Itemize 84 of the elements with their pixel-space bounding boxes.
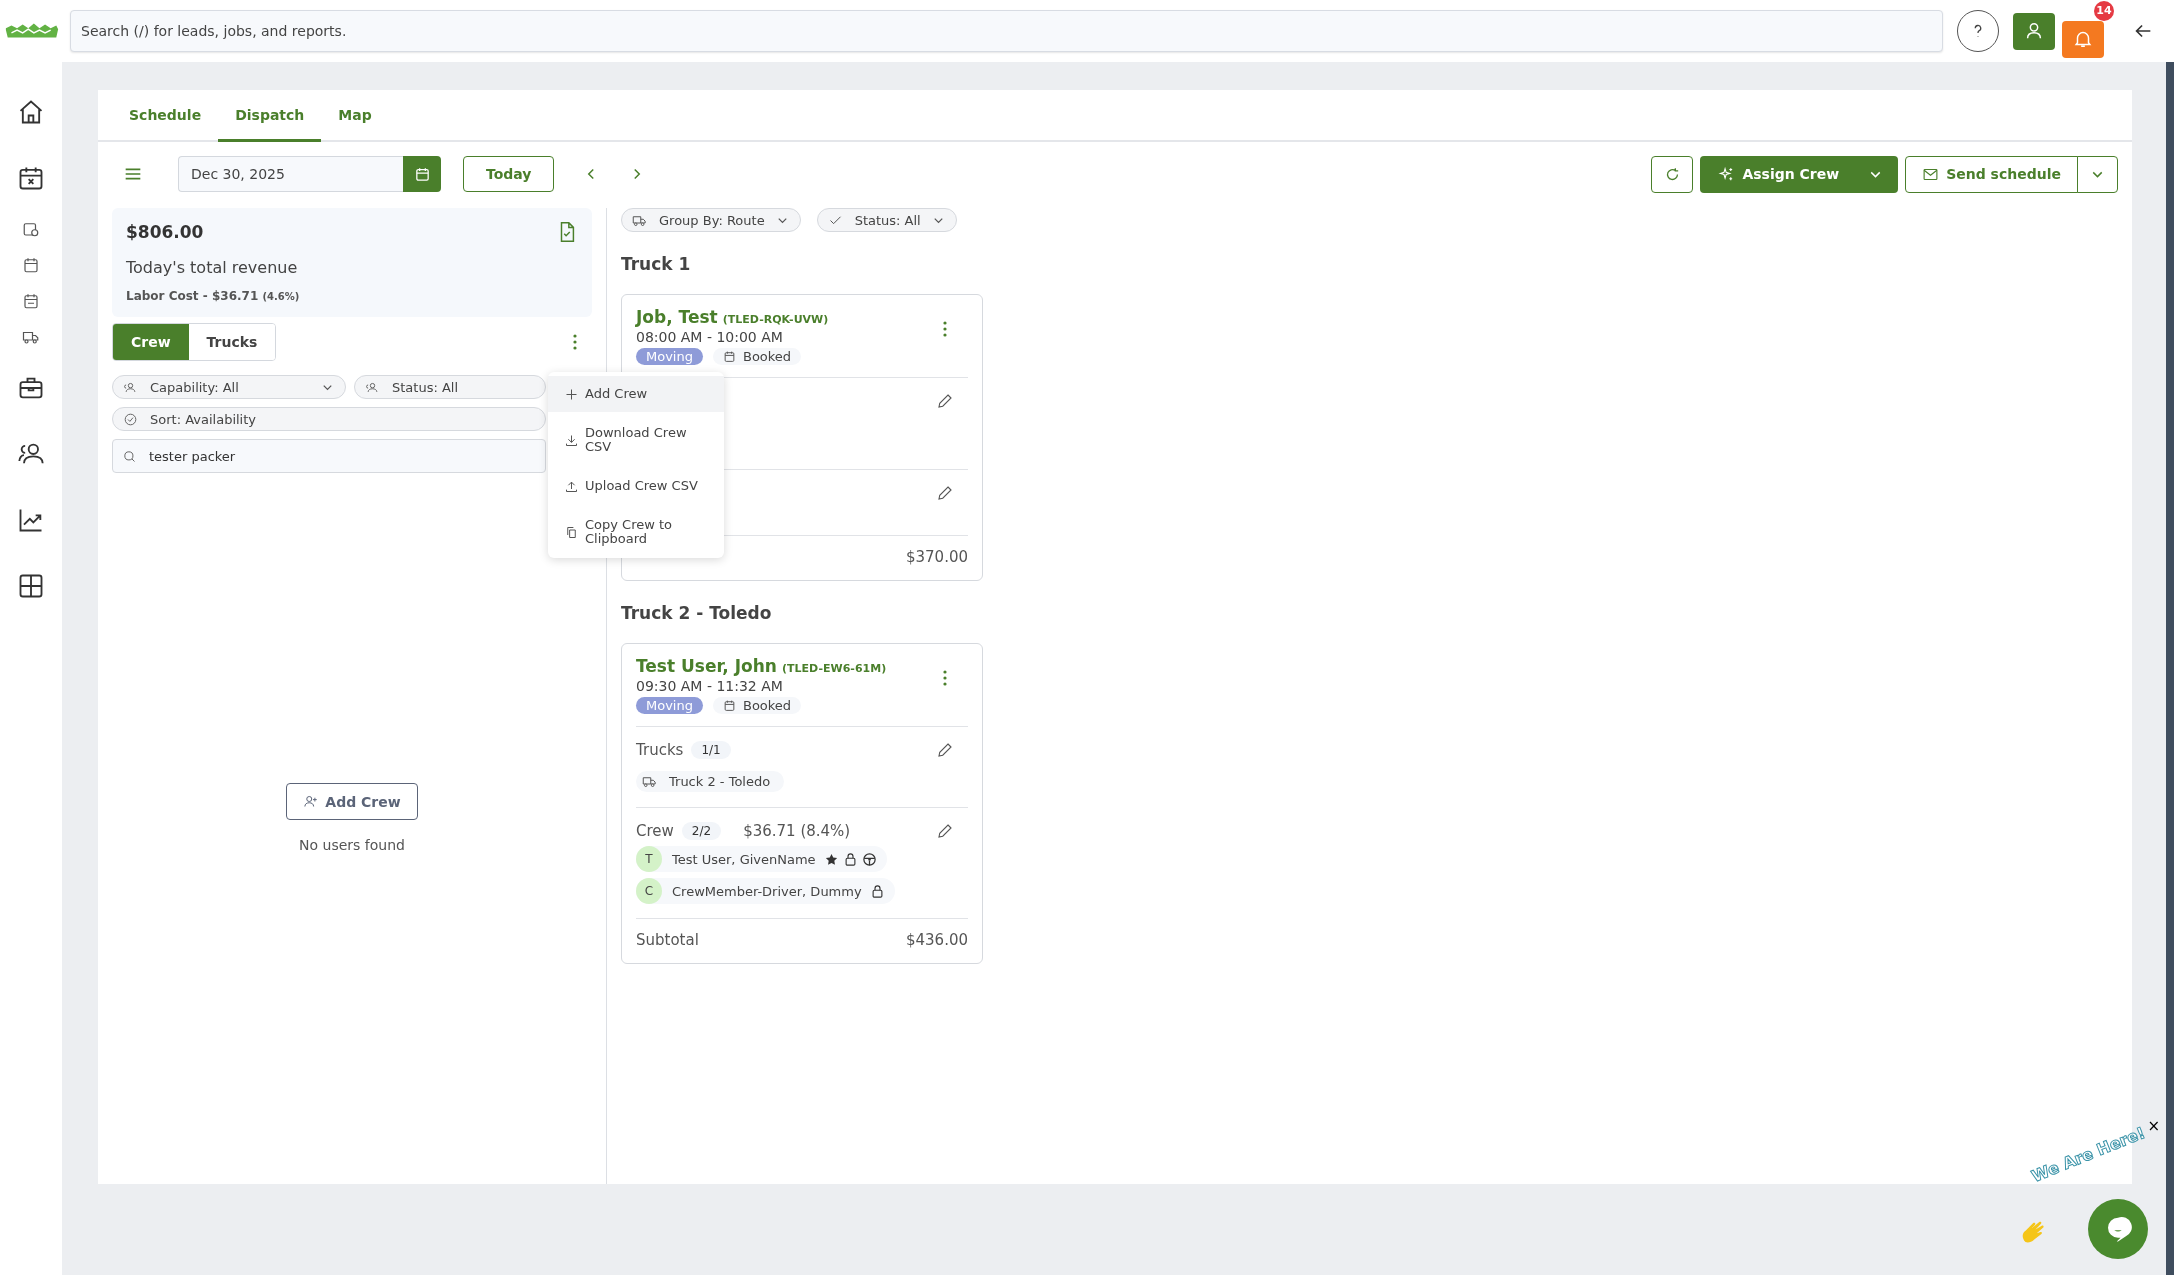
assign-crew-button[interactable]: Assign Crew xyxy=(1700,155,1854,193)
filter-dropdown[interactable]: Status: All xyxy=(816,208,957,232)
copy-icon xyxy=(564,524,579,540)
refresh-button[interactable] xyxy=(1651,155,1694,193)
status-tag: Booked xyxy=(712,697,802,714)
check-circle-icon xyxy=(123,411,138,427)
section-label: Crew xyxy=(636,822,674,840)
menu-item[interactable]: Download Crew CSV xyxy=(548,418,724,462)
assign-options-button[interactable] xyxy=(1853,155,1899,193)
group-title: Truck 2 - Toledo xyxy=(621,603,773,623)
tab[interactable]: Map xyxy=(321,90,389,142)
steering-wheel-icon xyxy=(861,851,877,867)
home-icon[interactable] xyxy=(17,98,45,126)
section-label: Trucks xyxy=(636,741,684,759)
segment-tab[interactable]: Crew xyxy=(113,324,189,360)
search-field[interactable]: Search (/) for leads, jobs, and reports. xyxy=(70,10,1943,52)
labor-share: (4.6%) xyxy=(262,291,300,302)
send-options-button[interactable] xyxy=(2077,155,2118,193)
edit-icon[interactable] xyxy=(936,392,954,410)
calendar-icon[interactable] xyxy=(22,292,40,310)
calendar-button[interactable] xyxy=(403,156,441,192)
sort-dropdown[interactable]: Sort: Availability xyxy=(112,407,546,431)
tab[interactable]: Schedule xyxy=(112,90,219,142)
subtotal-amount: $370.00 xyxy=(905,548,968,566)
calendar-clock-icon[interactable] xyxy=(22,220,40,238)
calendar-icon xyxy=(413,165,431,183)
subtotal-label: Subtotal xyxy=(636,931,699,949)
empty-message: No users found xyxy=(299,837,405,853)
more-icon[interactable] xyxy=(942,319,948,339)
job-name[interactable]: Test User, John xyxy=(636,656,777,676)
crew-cost: $36.71 (8.4%) xyxy=(743,822,851,840)
crew-member-name[interactable]: CrewMember-Driver, Dummy xyxy=(672,883,862,899)
crew-search-field[interactable]: tester packer xyxy=(112,439,546,473)
job-code: (TLED-RQK-UVW) xyxy=(722,313,829,326)
avatar-initial: T xyxy=(636,846,662,872)
close-chat[interactable]: × xyxy=(2147,1117,2160,1135)
scrollbar[interactable] xyxy=(2166,62,2174,1275)
notifications-button[interactable] xyxy=(2062,20,2104,58)
menu-item[interactable]: Upload Crew CSV xyxy=(548,468,724,504)
job-time: 09:30 AM - 11:32 AM xyxy=(636,678,784,694)
revenue-amount: $806.00 xyxy=(126,222,204,242)
menu-item[interactable]: Add Crew xyxy=(548,376,724,412)
add-crew-button[interactable]: Add Crew xyxy=(286,783,418,820)
group-title: Truck 1 xyxy=(621,254,692,274)
count-badge: 2/2 xyxy=(681,822,722,840)
avatar-initial: C xyxy=(636,878,662,904)
lock-icon xyxy=(842,851,858,867)
truck-icon xyxy=(642,774,657,789)
send-schedule-button[interactable]: Send schedule xyxy=(1905,155,2078,193)
edit-icon[interactable] xyxy=(936,741,954,759)
today-button[interactable]: Today xyxy=(463,156,555,192)
calendar-icon[interactable] xyxy=(22,256,40,274)
menu-item[interactable]: Copy Crew to Clipboard xyxy=(548,510,724,554)
tab[interactable]: Dispatch xyxy=(218,90,322,142)
filter-dropdown[interactable]: Group By: Route xyxy=(621,208,801,232)
calendar-icon xyxy=(722,350,736,363)
add-user-icon xyxy=(303,794,319,809)
job-name[interactable]: Job, Test xyxy=(636,307,718,327)
truck-chip[interactable]: Truck 2 - Toledo xyxy=(636,771,785,792)
revenue-label: Today's total revenue xyxy=(126,258,299,277)
labor-cost: Labor Cost - $36.71 xyxy=(126,289,259,303)
count-badge: 1/1 xyxy=(691,741,731,759)
help-button[interactable] xyxy=(1957,10,1999,52)
filter-dropdown[interactable]: Status: All xyxy=(354,375,546,399)
job-type-tag: Moving xyxy=(636,348,703,365)
more-icon[interactable] xyxy=(942,668,948,688)
notification-count: 14 xyxy=(2094,0,2114,21)
filter-dropdown[interactable]: Capability: All xyxy=(112,375,346,399)
edit-icon[interactable] xyxy=(936,484,954,502)
job-code: (TLED-EW6-61M) xyxy=(782,662,887,675)
profile-button[interactable] xyxy=(2013,12,2055,50)
lock-icon xyxy=(869,883,885,899)
status-tag: Booked xyxy=(712,348,802,365)
crew-member-name[interactable]: Test User, GivenName xyxy=(672,851,816,867)
job-type-tag: Moving xyxy=(636,697,703,714)
more-icon[interactable] xyxy=(572,332,578,352)
search-icon xyxy=(122,449,137,464)
grid-icon[interactable] xyxy=(17,572,45,600)
subtotal-amount: $436.00 xyxy=(905,931,968,949)
date-field[interactable]: Dec 30, 2025 xyxy=(178,156,403,192)
job-time: 08:00 AM - 10:00 AM xyxy=(636,329,784,345)
edit-icon[interactable] xyxy=(936,822,954,840)
star-icon xyxy=(823,851,839,867)
calendar-icon xyxy=(722,699,736,712)
